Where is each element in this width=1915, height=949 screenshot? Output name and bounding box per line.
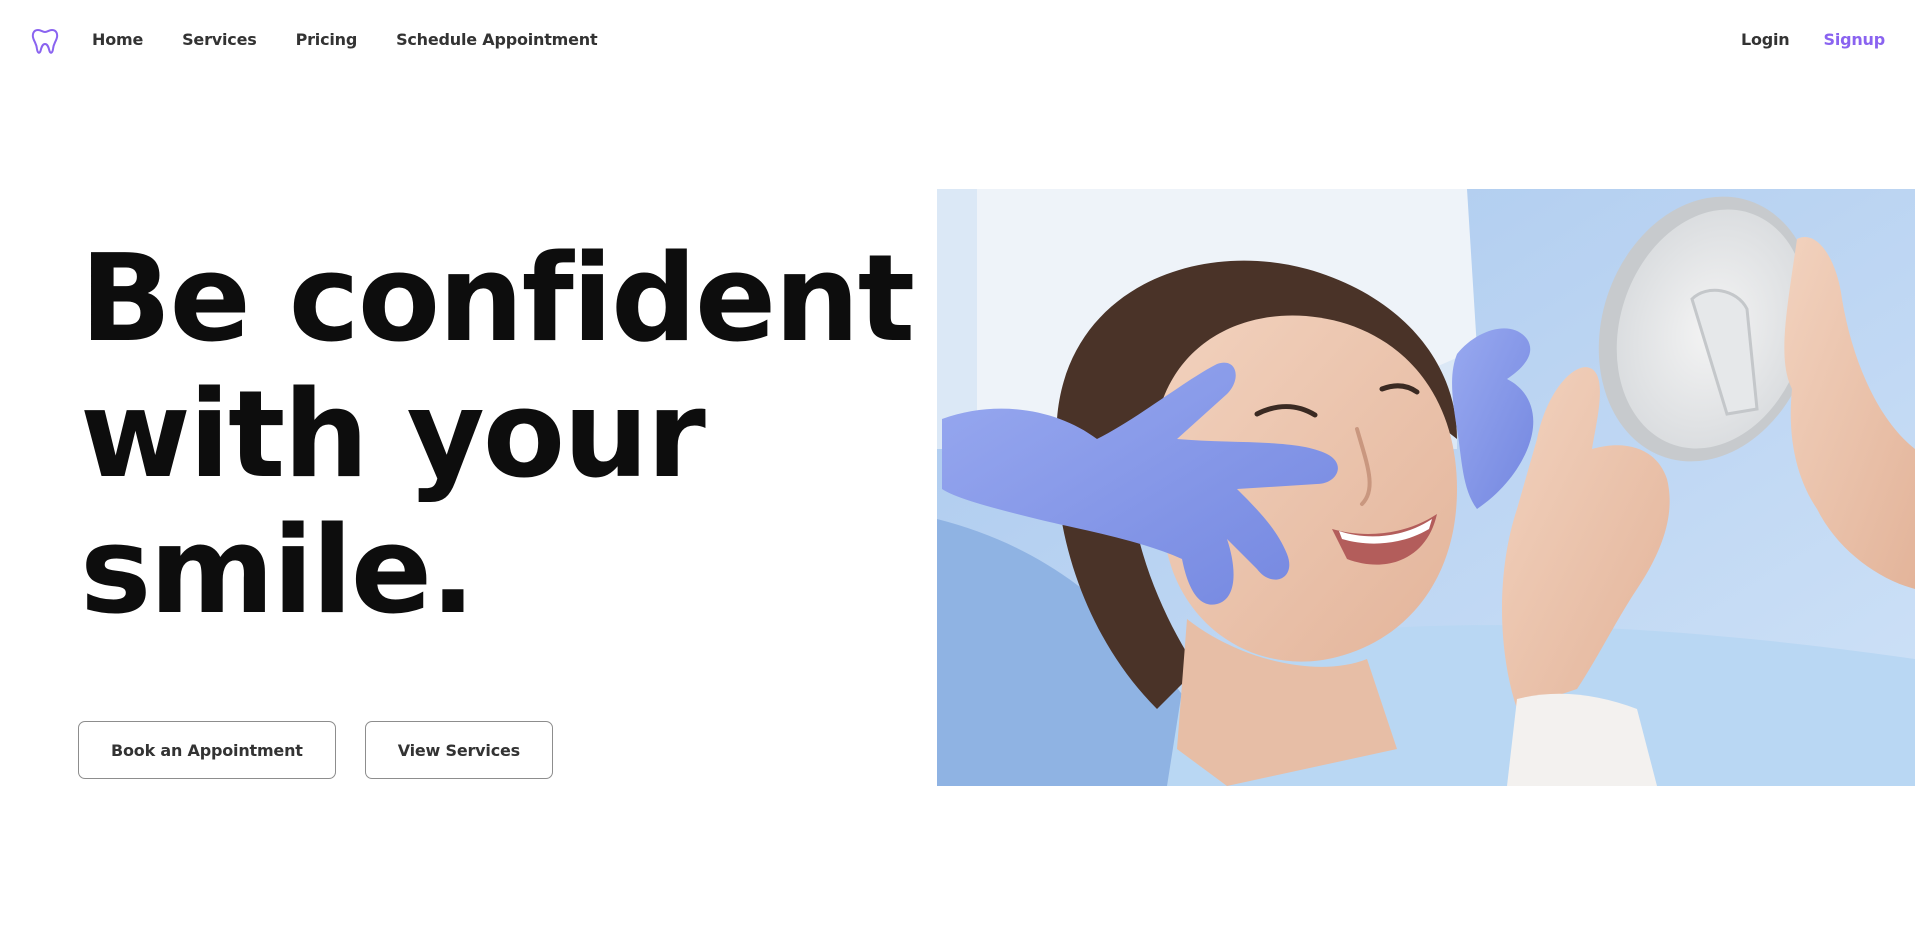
- hero-actions: Book an Appointment View Services: [78, 721, 553, 779]
- auth-links: Login Signup: [1741, 30, 1885, 49]
- hero-headline-line: smile.: [80, 502, 476, 641]
- view-services-button[interactable]: View Services: [364, 721, 553, 779]
- primary-nav: Home Services Pricing Schedule Appointme…: [92, 30, 598, 49]
- dental-patient-illustration: [937, 189, 1915, 786]
- signup-link[interactable]: Signup: [1824, 30, 1886, 49]
- hero-headline: Be confident with your smile.: [80, 232, 920, 640]
- hero-headline-line: with your: [80, 366, 706, 505]
- book-appointment-button[interactable]: Book an Appointment: [78, 721, 336, 779]
- top-navigation: Home Services Pricing Schedule Appointme…: [0, 0, 1915, 84]
- landing-page: Home Services Pricing Schedule Appointme…: [0, 0, 1915, 949]
- hero-image: [937, 189, 1915, 786]
- nav-link-schedule-appointment[interactable]: Schedule Appointment: [396, 30, 598, 49]
- login-link[interactable]: Login: [1741, 30, 1790, 49]
- hero-headline-line: Be confident: [80, 230, 915, 369]
- tooth-icon[interactable]: [30, 26, 60, 56]
- nav-link-home[interactable]: Home: [92, 30, 143, 49]
- nav-link-pricing[interactable]: Pricing: [296, 30, 358, 49]
- nav-link-services[interactable]: Services: [182, 30, 257, 49]
